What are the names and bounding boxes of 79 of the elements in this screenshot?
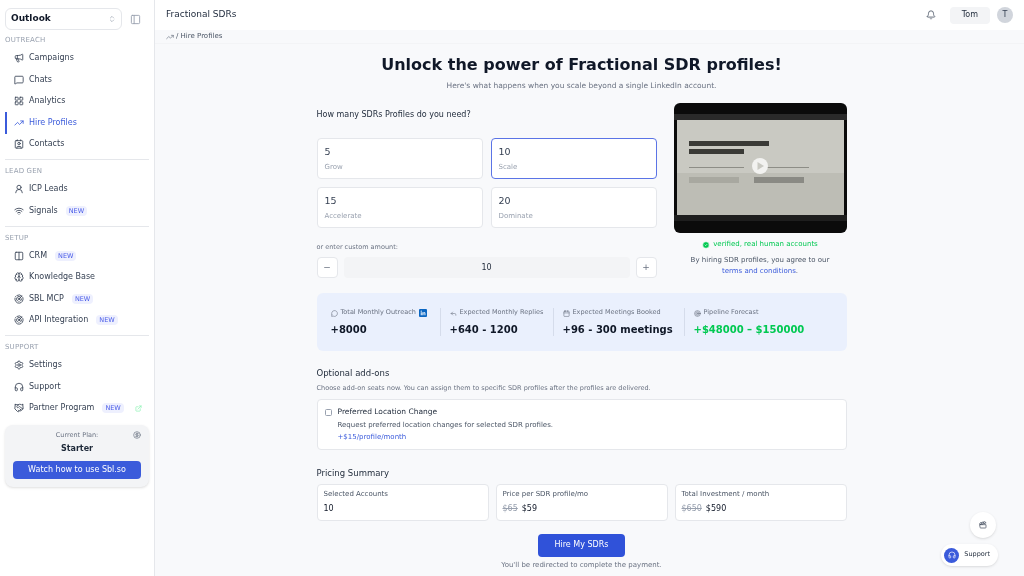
- sidebar-label: Partner Program: [29, 402, 95, 415]
- brain-icon: [14, 272, 24, 283]
- avatar[interactable]: T: [997, 7, 1013, 23]
- plan-name: Starter: [60, 442, 94, 455]
- calendar-icon: [562, 309, 570, 317]
- sidebar-label: Settings: [29, 359, 62, 372]
- target-icon: [693, 309, 701, 317]
- sidebar-label: CRM: [29, 249, 48, 262]
- chat-icon: [330, 309, 338, 317]
- contact-icon: [14, 139, 24, 150]
- stat-value: +8000: [330, 322, 368, 336]
- stat-value: +$48000 – $150000: [693, 322, 806, 336]
- dollar-icon: [133, 431, 141, 439]
- question-label: How many SDRs Profiles do you need?: [316, 109, 472, 122]
- option-count: 15: [324, 194, 337, 209]
- linkedin-icon: [418, 309, 427, 317]
- sidebar-item[interactable]: Hire Profiles: [5, 112, 149, 134]
- sidebar-label: Contacts: [29, 138, 65, 151]
- sidebar-label: Hire Profiles: [29, 116, 77, 129]
- option-count: 5: [324, 145, 331, 160]
- chevron-icon: [108, 15, 116, 23]
- stat-value: +96 - 300 meetings: [562, 322, 674, 336]
- sidebar-toggle-icon[interactable]: [130, 13, 141, 25]
- pricing-value: $590: [705, 502, 727, 515]
- notification-bell-icon[interactable]: [925, 10, 936, 20]
- trend-icon: [14, 117, 24, 128]
- megaphone-icon: [14, 53, 24, 64]
- sidebar-label: API Integration: [29, 314, 89, 327]
- sidebar-item[interactable]: Settings: [5, 354, 149, 376]
- sidebar-item[interactable]: Contacts: [5, 133, 149, 155]
- handshake-icon: [14, 403, 24, 414]
- check-circle-icon: [702, 240, 711, 249]
- sidebar-item[interactable]: ICP Leads: [5, 178, 149, 200]
- increment-button[interactable]: +: [635, 257, 657, 278]
- sidebar-label: Campaigns: [29, 52, 74, 65]
- sidebar-label: Signals: [29, 204, 58, 217]
- user-icon: [14, 184, 24, 195]
- trend-icon: [166, 32, 174, 41]
- sidebar-label: Knowledge Base: [29, 271, 95, 284]
- columns-icon: [14, 250, 24, 261]
- sidebar-item[interactable]: Analytics: [5, 90, 149, 112]
- decrement-button[interactable]: −: [316, 257, 338, 278]
- radar-icon: [14, 293, 24, 304]
- chat-icon: [14, 74, 24, 85]
- hero-title: Unlock the power of Fractional SDR profiles!: [380, 55, 783, 75]
- sidebar-item[interactable]: Chats: [5, 69, 149, 91]
- reply-icon: [449, 309, 457, 317]
- user-button[interactable]: Tom: [949, 6, 990, 24]
- option-count: 10: [498, 145, 511, 160]
- page-title: Fractional SDRs: [166, 8, 237, 22]
- sidebar-label: ICP Leads: [29, 183, 68, 196]
- hire-button[interactable]: Hire My SDRs: [538, 533, 625, 557]
- external-link-icon: [135, 404, 142, 412]
- stat-value: +640 - 1200: [449, 322, 519, 336]
- pricing-value: $59: [521, 502, 538, 515]
- radar-icon: [14, 315, 24, 326]
- sidebar-label: Support: [29, 380, 61, 393]
- pricing-title: Pricing Summary: [316, 466, 390, 480]
- watch-button[interactable]: Watch how to use Sbl.so: [13, 460, 141, 479]
- grid-icon: [14, 96, 24, 107]
- sidebar-label: Analytics: [29, 95, 66, 108]
- sidebar-item[interactable]: Campaigns: [5, 47, 149, 69]
- workspace-select[interactable]: Outlook: [5, 8, 122, 30]
- addons-title: Optional add-ons: [316, 367, 391, 380]
- original-price: $650: [681, 502, 702, 515]
- pricing-value: 10: [323, 502, 334, 515]
- media-button[interactable]: [970, 512, 996, 538]
- sidebar-item[interactable]: Support: [5, 376, 149, 398]
- headphones-icon: [14, 381, 24, 392]
- wifi-icon: [14, 205, 24, 216]
- sidebar-label: SBL MCP: [29, 292, 64, 305]
- original-price: $65: [502, 502, 518, 515]
- sidebar-item[interactable]: Knowledge Base: [5, 266, 149, 288]
- support-icon: [944, 547, 960, 563]
- addon-checkbox[interactable]: [324, 408, 332, 416]
- option-count: 20: [498, 194, 511, 209]
- sidebar-label: Chats: [29, 73, 52, 86]
- settings-icon: [14, 360, 24, 371]
- amount-field[interactable]: 10: [343, 257, 630, 278]
